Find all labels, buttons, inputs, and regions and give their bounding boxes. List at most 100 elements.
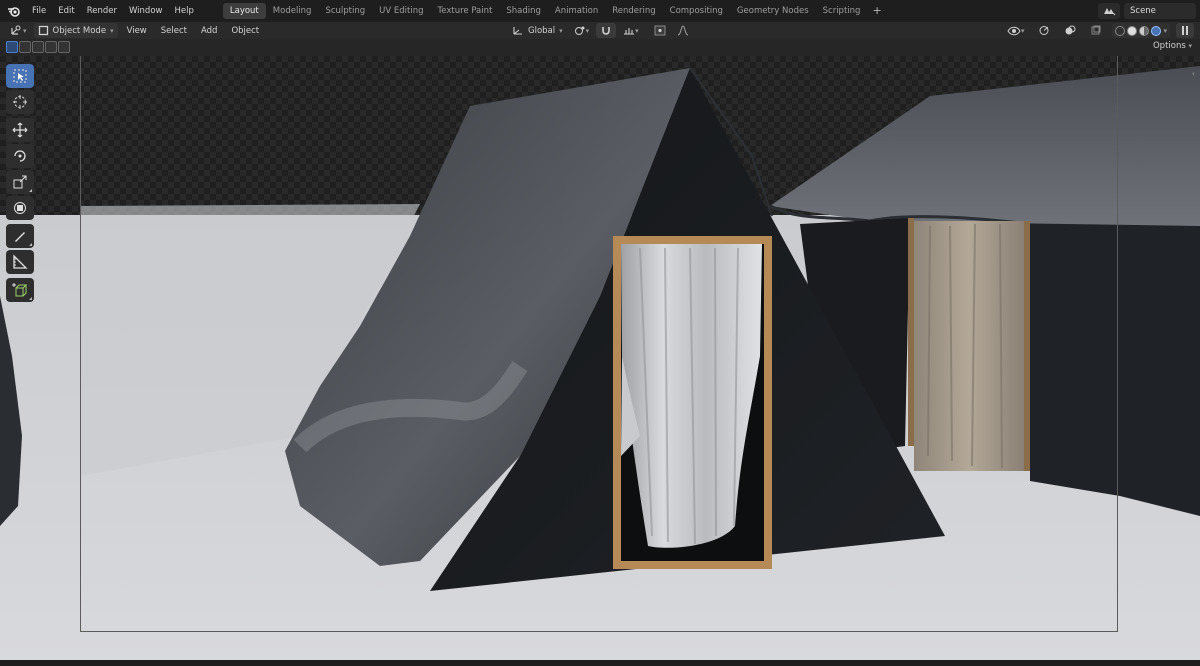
scene-name-field[interactable]: Scene — [1124, 3, 1196, 19]
mode-label: Object Mode — [52, 25, 107, 36]
proportional-editing-toggle[interactable] — [650, 23, 670, 38]
rotate-tool[interactable] — [6, 144, 34, 168]
solid-shading-icon[interactable] — [1127, 25, 1138, 36]
options-dropdown[interactable]: Options ▾ — [1153, 41, 1192, 51]
wireframe-shading-icon[interactable] — [1115, 25, 1126, 36]
tab-modeling[interactable]: Modeling — [266, 3, 319, 19]
transform-icon — [14, 202, 26, 214]
select-extend-icon[interactable] — [19, 41, 31, 53]
falloff-selector[interactable] — [673, 23, 693, 38]
chevron-down-icon: ▾ — [1188, 42, 1192, 50]
snap-magnet-icon — [602, 27, 610, 35]
snap-target-selector[interactable]: ▾ — [619, 23, 643, 38]
3d-viewport-editor-icon — [11, 25, 21, 35]
measure-tool[interactable] — [6, 250, 34, 274]
tab-uv-editing[interactable]: UV Editing — [372, 3, 430, 19]
tab-animation[interactable]: Animation — [548, 3, 605, 19]
chevron-down-icon: ▾ — [585, 26, 590, 35]
mode-selector[interactable]: Object Mode ▾ — [33, 23, 118, 38]
tab-shading[interactable]: Shading — [499, 3, 548, 19]
material-preview-icon[interactable] — [1139, 25, 1150, 36]
transform-settings: Global ▾ ▾ ▾ — [508, 23, 693, 38]
scale-icon — [13, 175, 27, 189]
menu-help[interactable]: Help — [168, 0, 199, 22]
main-menu: File Edit Render Window Help — [26, 0, 200, 22]
object-visibility-selector[interactable]: ▾ — [1003, 23, 1029, 38]
tab-compositing[interactable]: Compositing — [663, 3, 730, 19]
pause-icon — [1182, 26, 1188, 35]
top-menu-bar: File Edit Render Window Help Layout Mode… — [0, 0, 1200, 22]
tab-texture-paint[interactable]: Texture Paint — [431, 3, 500, 19]
orientation-label: Global — [528, 25, 556, 36]
tab-sculpting[interactable]: Sculpting — [318, 3, 372, 19]
pencil-icon — [15, 232, 25, 242]
menu-window[interactable]: Window — [123, 0, 169, 22]
ruler-icon — [13, 254, 28, 269]
tool-shelf — [6, 64, 36, 304]
menu-add[interactable]: Add — [194, 26, 224, 36]
select-box-tool[interactable] — [6, 64, 34, 88]
orientation-icon — [513, 27, 522, 35]
cursor-tool[interactable] — [6, 90, 34, 114]
3d-viewport[interactable]: ‹ — [0, 56, 1200, 660]
workspace-tabs: Layout Modeling Sculpting UV Editing Tex… — [222, 0, 887, 22]
snap-toggle[interactable] — [596, 23, 617, 38]
menu-view[interactable]: View — [120, 26, 154, 36]
shading-modes: ▾ — [1112, 23, 1170, 38]
menu-file[interactable]: File — [26, 0, 52, 22]
viewport-display-settings: ▾ ▾ — [1003, 23, 1194, 38]
transform-orientation-selector[interactable]: Global ▾ — [508, 23, 567, 38]
pivot-point-icon — [574, 26, 585, 35]
select-subtract-icon[interactable] — [32, 41, 44, 53]
menu-edit[interactable]: Edit — [52, 0, 80, 22]
menu-render[interactable]: Render — [81, 0, 123, 22]
add-workspace-button[interactable]: + — [867, 3, 886, 19]
scale-tool[interactable] — [6, 170, 34, 194]
status-bar — [0, 660, 1200, 666]
proportional-editing-icon — [654, 25, 666, 36]
tab-layout[interactable]: Layout — [222, 3, 266, 19]
options-label: Options — [1152, 41, 1186, 51]
tool-settings-bar: Options ▾ — [0, 39, 1200, 56]
sidebar-toggle-icon[interactable]: ‹ — [1192, 70, 1198, 78]
move-tool[interactable] — [6, 118, 34, 142]
select-invert-icon[interactable] — [45, 41, 57, 53]
annotate-tool[interactable] — [6, 224, 34, 248]
overlays-toggle[interactable] — [1060, 23, 1080, 38]
move-arrows-icon — [12, 122, 28, 138]
overlays-icon — [1065, 25, 1076, 35]
editor-type-selector[interactable]: ▾ — [5, 23, 31, 38]
chevron-down-icon: ▾ — [110, 26, 114, 35]
falloff-curve-icon — [677, 25, 688, 36]
scene-icon[interactable] — [1098, 3, 1120, 19]
tab-geometry-nodes[interactable]: Geometry Nodes — [730, 3, 816, 19]
blender-logo-icon[interactable] — [5, 3, 23, 19]
pivot-point-selector[interactable]: ▾ — [570, 23, 594, 38]
snap-increment-icon — [624, 28, 635, 35]
xray-icon — [1091, 25, 1101, 35]
object-mode-icon — [38, 25, 48, 36]
add-cube-tool[interactable] — [6, 278, 34, 302]
pause-render-button[interactable] — [1176, 23, 1194, 38]
rendered-shading-icon[interactable] — [1151, 25, 1162, 36]
viewport-menus: View Select Add Object — [120, 26, 267, 36]
gizmo-toggle[interactable] — [1034, 23, 1054, 38]
select-cursor-icon — [13, 69, 27, 83]
chevron-down-icon: ▾ — [559, 26, 563, 35]
viewport-header: ▾ Object Mode ▾ View Select Add Object G… — [0, 22, 1200, 39]
3d-cursor-icon — [13, 95, 27, 109]
transform-tool[interactable] — [6, 196, 34, 220]
tab-rendering[interactable]: Rendering — [605, 3, 662, 19]
menu-object[interactable]: Object — [224, 26, 266, 36]
xray-toggle[interactable] — [1086, 23, 1106, 38]
add-cube-icon — [12, 283, 28, 297]
select-new-icon[interactable] — [6, 41, 18, 53]
scene-selector: Scene — [1098, 3, 1196, 19]
chevron-down-icon[interactable]: ▾ — [1163, 27, 1167, 35]
menu-select[interactable]: Select — [154, 26, 194, 36]
select-intersect-icon[interactable] — [58, 41, 70, 53]
eye-icon — [1007, 26, 1021, 35]
selection-mode-buttons — [6, 41, 70, 53]
tab-scripting[interactable]: Scripting — [816, 3, 868, 19]
chevron-down-icon: ▾ — [23, 26, 27, 35]
